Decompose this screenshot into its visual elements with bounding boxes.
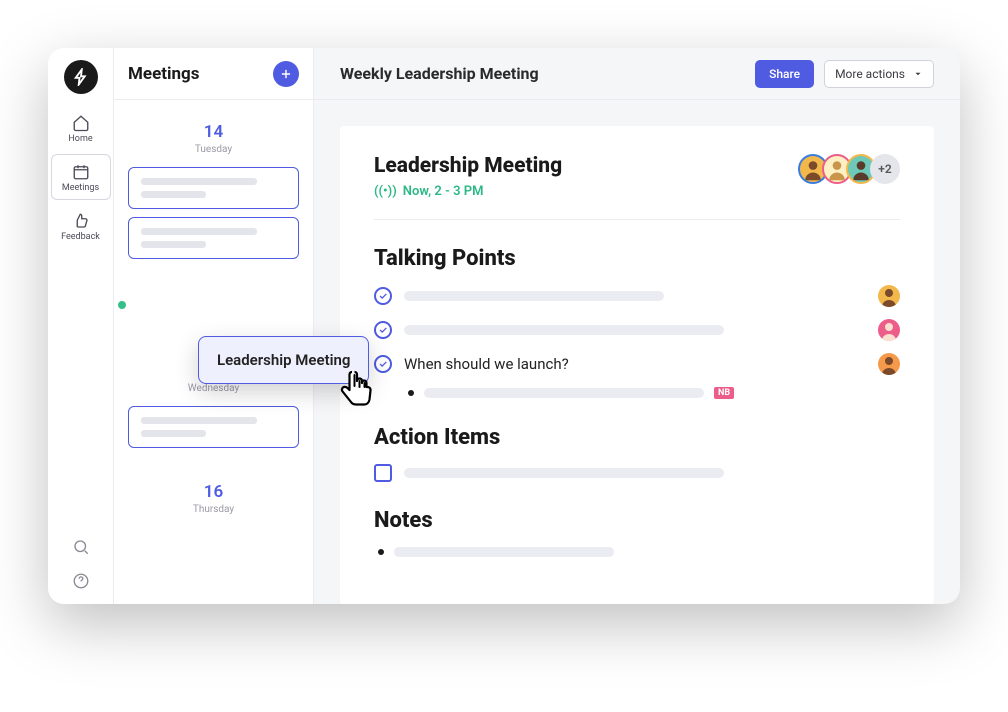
bullet-icon bbox=[408, 390, 414, 396]
initials-badge: NB bbox=[714, 387, 734, 399]
meeting-card[interactable] bbox=[128, 406, 299, 448]
rail-bottom bbox=[72, 538, 90, 604]
page-title: Weekly Leadership Meeting bbox=[340, 64, 539, 83]
talking-point-row[interactable] bbox=[374, 285, 900, 307]
nav-home-label: Home bbox=[68, 134, 92, 144]
bullet-icon bbox=[378, 549, 384, 555]
day-group: 14 Tuesday bbox=[128, 100, 299, 331]
check-circle[interactable] bbox=[374, 321, 392, 339]
nav-home[interactable]: Home bbox=[51, 106, 111, 150]
avatar[interactable] bbox=[878, 353, 900, 375]
chevron-down-icon bbox=[913, 69, 923, 79]
avatar-overflow[interactable]: +2 bbox=[870, 154, 900, 184]
meetings-column: Meetings 14 Tuesday bbox=[114, 48, 314, 604]
avatar[interactable] bbox=[878, 285, 900, 307]
topbar-actions: Share More actions bbox=[755, 60, 934, 88]
nav-feedback-label: Feedback bbox=[61, 232, 100, 242]
nav-rail: Home Meetings Feedback bbox=[48, 48, 114, 604]
meeting-card[interactable] bbox=[128, 167, 299, 209]
attendee-avatars[interactable]: +2 bbox=[798, 154, 900, 184]
popover-label: Leadership Meeting bbox=[217, 351, 350, 369]
day-name: Thursday bbox=[128, 504, 299, 515]
pointer-cursor-icon bbox=[338, 368, 378, 412]
avatar[interactable] bbox=[878, 319, 900, 341]
person-icon bbox=[878, 319, 900, 341]
lightning-icon bbox=[72, 68, 90, 86]
plus-icon bbox=[279, 67, 293, 81]
nav-meetings[interactable]: Meetings bbox=[51, 154, 111, 200]
search-icon[interactable] bbox=[72, 538, 90, 556]
check-icon bbox=[378, 291, 388, 301]
app-window: Home Meetings Feedback Meetings 14 Tuesd… bbox=[48, 48, 960, 604]
meeting-live-status: ((•)) Now, 2 - 3 PM bbox=[374, 184, 562, 199]
main-area: Weekly Leadership Meeting Share More act… bbox=[314, 48, 960, 604]
calendar-icon bbox=[72, 163, 90, 181]
home-icon bbox=[72, 114, 90, 132]
talking-point-row[interactable]: When should we launch? bbox=[374, 353, 900, 375]
share-button[interactable]: Share bbox=[755, 60, 814, 88]
section-heading: Notes bbox=[374, 508, 900, 533]
person-icon bbox=[878, 353, 900, 375]
section-heading: Action Items bbox=[374, 425, 900, 450]
day-name: Wednesday bbox=[128, 383, 299, 394]
meetings-column-header: Meetings bbox=[114, 48, 313, 100]
sheet-header: Leadership Meeting ((•)) Now, 2 - 3 PM +… bbox=[374, 154, 900, 220]
now-indicator bbox=[118, 301, 126, 309]
action-item-row[interactable] bbox=[374, 464, 900, 482]
more-actions-button[interactable]: More actions bbox=[824, 60, 934, 88]
meeting-card[interactable] bbox=[128, 217, 299, 259]
nav-meetings-label: Meetings bbox=[62, 183, 99, 193]
content-scroll[interactable]: Leadership Meeting ((•)) Now, 2 - 3 PM +… bbox=[314, 100, 960, 604]
day-number: 14 bbox=[128, 122, 299, 142]
app-logo[interactable] bbox=[64, 60, 98, 94]
check-circle[interactable] bbox=[374, 287, 392, 305]
note-row[interactable] bbox=[378, 547, 900, 557]
check-icon bbox=[378, 325, 388, 335]
meetings-column-title: Meetings bbox=[128, 64, 199, 84]
broadcast-icon: ((•)) bbox=[374, 184, 397, 199]
meeting-sheet: Leadership Meeting ((•)) Now, 2 - 3 PM +… bbox=[340, 126, 934, 604]
checkbox[interactable] bbox=[374, 464, 392, 482]
talking-point-text: When should we launch? bbox=[404, 355, 569, 373]
meeting-time: Now, 2 - 3 PM bbox=[403, 184, 484, 199]
check-icon bbox=[378, 359, 388, 369]
talking-point-subitem[interactable]: NB bbox=[408, 387, 900, 399]
talking-points-section: Talking Points When should we launch? bbox=[374, 246, 900, 399]
meeting-title: Leadership Meeting bbox=[374, 154, 562, 178]
day-name: Tuesday bbox=[128, 144, 299, 155]
person-icon bbox=[878, 285, 900, 307]
day-group: 16 Thursday bbox=[128, 448, 299, 515]
topbar: Weekly Leadership Meeting Share More act… bbox=[314, 48, 960, 100]
day-number: 16 bbox=[128, 482, 299, 502]
notes-section: Notes bbox=[374, 508, 900, 557]
talking-point-row[interactable] bbox=[374, 319, 900, 341]
nav-feedback[interactable]: Feedback bbox=[51, 204, 111, 248]
thumbs-up-icon bbox=[72, 212, 90, 230]
add-meeting-button[interactable] bbox=[273, 61, 299, 87]
more-actions-label: More actions bbox=[835, 67, 905, 81]
action-items-section: Action Items bbox=[374, 425, 900, 482]
section-heading: Talking Points bbox=[374, 246, 900, 271]
help-icon[interactable] bbox=[72, 572, 90, 590]
